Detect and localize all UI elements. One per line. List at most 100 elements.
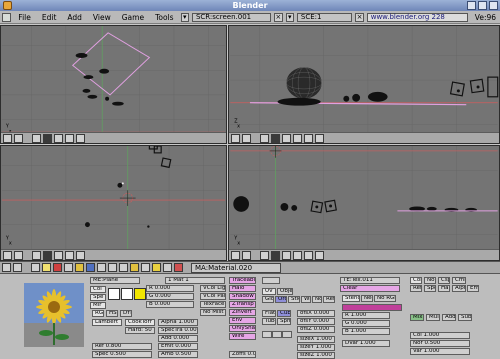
zoffs-slider[interactable]: Zoffs 0.000	[229, 351, 256, 358]
view-icon[interactable]	[260, 250, 269, 260]
window-type-icon[interactable]	[231, 133, 240, 143]
add-slider[interactable]: Add 0.000	[158, 335, 198, 342]
menu-edit[interactable]: Edit	[38, 12, 61, 23]
tex-red-slider[interactable]: R 1.000	[342, 312, 390, 319]
viewport-bottom-right-canvas[interactable]: Y x	[229, 146, 499, 260]
mix-csp-button[interactable]: Csp	[438, 277, 450, 284]
blend-mix-button[interactable]: Mix	[410, 314, 424, 321]
red-slider[interactable]: R 0.000	[146, 285, 194, 292]
alpha-slider[interactable]: Alpha 1.000	[158, 319, 198, 326]
world-buttons-icon[interactable]	[86, 263, 95, 272]
scene-delete-button[interactable]: ×	[355, 12, 364, 22]
menu-game[interactable]: Game	[118, 12, 148, 23]
stencil-button[interactable]: Stencil	[342, 295, 360, 302]
local-view-icon[interactable]	[65, 250, 74, 260]
zoom-icon[interactable]	[76, 250, 85, 260]
xyz-y-button[interactable]	[272, 331, 282, 338]
color-swatch-mirror[interactable]	[134, 288, 146, 300]
screen-delete-button[interactable]: ×	[274, 12, 283, 22]
lock-icon[interactable]	[54, 133, 63, 143]
no-rgb-button[interactable]: No RGB	[374, 295, 396, 302]
spec-slider[interactable]: Spec 0.500	[92, 351, 152, 358]
viewport-bottom-left[interactable]: Y x	[0, 145, 227, 261]
menu-tools[interactable]: Tools	[151, 12, 177, 23]
lock-icon[interactable]	[54, 250, 63, 260]
proj-tube-button[interactable]: Tube	[262, 318, 276, 325]
tex-blue-slider[interactable]: B 1.000	[342, 328, 390, 335]
lock-icon[interactable]	[282, 133, 291, 143]
radiosity-buttons-icon[interactable]	[108, 263, 117, 272]
view-icon[interactable]	[32, 250, 41, 260]
blender-url[interactable]: www.blender.org 228	[366, 12, 468, 22]
ofs-x-slider[interactable]: ofsX 0.000	[297, 310, 335, 317]
screen-field[interactable]: SCR:screen.001	[191, 12, 272, 22]
full-window-icon[interactable]	[14, 250, 23, 260]
material-field[interactable]: MA:Material.020	[191, 262, 281, 273]
xyz-x-button[interactable]	[262, 331, 272, 338]
close-button[interactable]	[489, 1, 498, 10]
full-window-icon[interactable]	[14, 133, 23, 143]
map-orco-button[interactable]: Orco	[275, 296, 287, 303]
texface-toggle[interactable]: TexFace	[200, 301, 226, 308]
proj-cube-button[interactable]: Cube	[277, 310, 291, 317]
material-buttons-icon[interactable]	[53, 263, 62, 272]
minimize-button[interactable]	[467, 1, 476, 10]
mix-col-button[interactable]: Col	[410, 277, 422, 284]
animation-buttons-icon[interactable]	[75, 263, 84, 272]
render-buttons-icon[interactable]	[174, 263, 183, 272]
layer-icon[interactable]	[271, 133, 280, 143]
viewport-bottom-right[interactable]: Y x	[228, 145, 500, 261]
scene-buttons-icon[interactable]	[163, 263, 172, 272]
window-type-icon[interactable]	[3, 250, 12, 260]
size-z-slider[interactable]: sizeZ 1.000	[297, 352, 335, 359]
mix-alpha-button[interactable]: Alpha	[452, 285, 466, 292]
menu-view[interactable]: View	[89, 12, 115, 23]
paint-buttons-icon[interactable]	[97, 263, 106, 272]
texture-field[interactable]: TE:Tex.011	[340, 277, 400, 284]
blue-slider[interactable]: B 0.000	[146, 301, 194, 308]
col-factor-slider[interactable]: Col 1.000	[410, 332, 470, 339]
ofs-y-slider[interactable]: ofsY 0.000	[297, 318, 335, 325]
viewport-top-right[interactable]: Z x	[228, 25, 500, 144]
size-y-slider[interactable]: sizeY 1.000	[297, 344, 335, 351]
menu-file[interactable]: File	[14, 12, 35, 23]
scene-field[interactable]: SCE:1	[296, 12, 353, 22]
window-type-icon[interactable]	[231, 250, 240, 260]
size-x-slider[interactable]: sizeX 1.000	[297, 336, 335, 343]
ztransp-button[interactable]: ZTransp	[229, 301, 256, 308]
maximize-button[interactable]	[478, 1, 487, 10]
dyn-toggle[interactable]: DYN	[120, 310, 132, 317]
amb-slider[interactable]: Amb 0.500	[158, 351, 198, 358]
shadow-button[interactable]: Shadow	[229, 293, 256, 300]
hard-slider[interactable]: Hard: 50	[125, 327, 155, 334]
screen-browse-icon[interactable]: ▾	[180, 12, 189, 22]
cooktorr-button[interactable]: CookTorr	[125, 319, 155, 326]
blend-sub-button[interactable]: Sub	[458, 314, 472, 321]
layer-icon[interactable]	[271, 250, 280, 260]
viewport-top-left-canvas[interactable]: Y z	[1, 26, 226, 143]
blend-add-button[interactable]: Add	[442, 314, 456, 321]
zoom-icon[interactable]	[304, 133, 313, 143]
vcol-light-toggle[interactable]: VCol Light	[200, 285, 226, 292]
viewport-top-left[interactable]: Y z	[0, 25, 227, 144]
color-swatch-diffuse[interactable]	[108, 288, 120, 300]
pan-icon[interactable]	[315, 250, 324, 260]
mix-emit-button[interactable]: Emit	[467, 285, 479, 292]
menu-add[interactable]: Add	[63, 12, 86, 23]
pan-icon[interactable]	[315, 133, 324, 143]
ref-slider[interactable]: Ref 0.800	[92, 343, 152, 350]
local-view-icon[interactable]	[65, 133, 74, 143]
view-icon[interactable]	[32, 133, 41, 143]
tex-green-slider[interactable]: G 0.000	[342, 320, 390, 327]
env-button[interactable]: Env	[229, 317, 256, 324]
texture-color-bar[interactable]	[342, 304, 402, 311]
map-nor-button[interactable]: Nor	[312, 296, 322, 303]
nor-factor-slider[interactable]: Nor 0.500	[410, 340, 470, 347]
proj-flat-button[interactable]: Flat	[262, 310, 276, 317]
onlyshadow-button[interactable]: OnlyShadow	[229, 325, 256, 332]
emit-slider[interactable]: Emit 0.000	[158, 343, 198, 350]
dvar-slider[interactable]: DVar 1.000	[342, 340, 390, 347]
map-glob-button[interactable]: Glob	[262, 296, 274, 303]
lambert-button[interactable]: Lambert	[92, 319, 122, 326]
map-refl-button[interactable]: Refl	[323, 296, 335, 303]
